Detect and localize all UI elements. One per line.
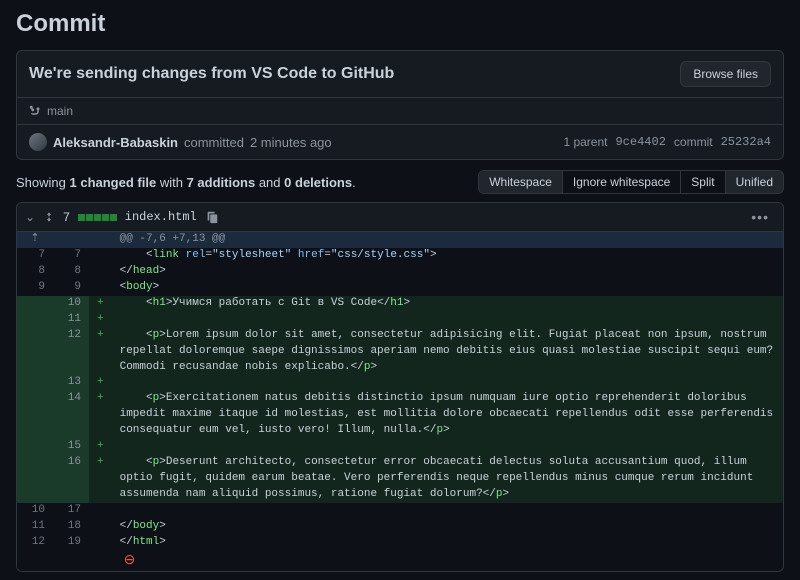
diff-line: 88</head>	[17, 264, 783, 280]
commit-details: We're sending changes from VS Code to Gi…	[16, 50, 784, 160]
diff-line: 11+	[17, 312, 783, 328]
diff-line: 14+ <p>Exercitationem natus debitis dist…	[17, 391, 783, 439]
commit-time: 2 minutes ago	[250, 135, 332, 150]
diff-stat-boxes	[78, 214, 117, 221]
commit-label: commit	[674, 135, 713, 149]
view-options: Whitespace Ignore whitespace Split Unifi…	[478, 170, 784, 194]
expand-all-icon[interactable]	[43, 211, 55, 223]
diff-table: ⇡ @@ -7,6 +7,13 @@ 77 <link rel="stylesh…	[17, 232, 783, 571]
branch-name[interactable]: main	[47, 104, 73, 118]
diff-line: 77 <link rel="stylesheet" href="css/styl…	[17, 248, 783, 264]
chevron-down-icon[interactable]: ⌄	[25, 210, 35, 224]
diff-line: 1118</body>	[17, 519, 783, 535]
changes-count: 7	[63, 210, 70, 224]
diff-line: 10+ <h1>Учимся работать с Git в VS Code<…	[17, 296, 783, 312]
diff-file: ⌄ 7 index.html ••• ⇡ @@ -7,6 +7,13 @@ 77	[16, 202, 784, 572]
page-title: Commit	[16, 10, 784, 38]
diff-line: 16+ <p>Deserunt architecto, consectetur …	[17, 455, 783, 503]
expand-up-icon[interactable]: ⇡	[30, 233, 39, 245]
parent-sha[interactable]: 9ce4402	[615, 135, 665, 149]
committed-label: committed	[184, 135, 244, 150]
parent-label: 1 parent	[563, 135, 607, 149]
commit-title: We're sending changes from VS Code to Gi…	[29, 65, 394, 83]
diff-line: 99<body>	[17, 280, 783, 296]
diff-summary: Showing 1 changed file with 7 additions …	[16, 175, 356, 190]
git-branch-icon	[29, 105, 41, 117]
whitespace-button[interactable]: Whitespace	[479, 171, 563, 193]
kebab-menu-icon[interactable]: •••	[745, 209, 775, 225]
avatar[interactable]	[29, 133, 47, 151]
diff-line: 15+	[17, 439, 783, 455]
filename[interactable]: index.html	[125, 210, 197, 224]
no-newline-icon: ⊖	[120, 553, 136, 569]
browse-files-button[interactable]: Browse files	[680, 61, 771, 87]
diff-line: 12+ <p>Lorem ipsum dolor sit amet, conse…	[17, 328, 783, 376]
diff-line: 1219</html>	[17, 535, 783, 551]
branch-row: main	[17, 98, 783, 125]
author-name[interactable]: Aleksandr-Babaskin	[53, 135, 178, 150]
ignore-whitespace-button[interactable]: Ignore whitespace	[563, 171, 681, 193]
unified-button[interactable]: Unified	[726, 171, 783, 193]
commit-sha[interactable]: 25232a4	[721, 135, 771, 149]
split-button[interactable]: Split	[681, 171, 725, 193]
copy-icon[interactable]	[205, 210, 219, 224]
diff-line: 13+	[17, 375, 783, 391]
diff-line: 1017	[17, 503, 783, 519]
hunk-header: ⇡ @@ -7,6 +7,13 @@	[17, 232, 783, 248]
